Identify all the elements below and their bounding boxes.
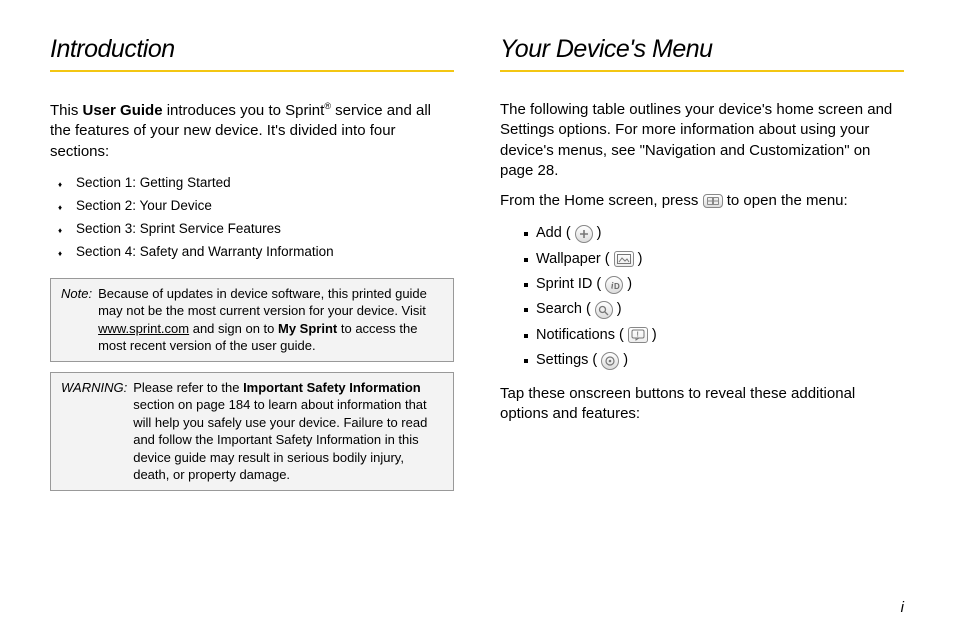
- settings-icon: [601, 352, 619, 370]
- warning-box: WARNING: Please refer to the Important S…: [50, 372, 454, 491]
- sections-list: Section 1: Getting Started Section 2: Yo…: [50, 172, 454, 264]
- menu-item-search: Search ( ): [536, 297, 904, 322]
- note-link: www.sprint.com: [98, 321, 189, 336]
- divider: [500, 70, 904, 72]
- list-item: Section 1: Getting Started: [76, 172, 454, 195]
- menu-item-wallpaper: Wallpaper ( ): [536, 247, 904, 272]
- search-icon: [595, 301, 613, 319]
- menu-item-notifications: Notifications ( ! ): [536, 323, 904, 348]
- intro-paragraph: This User Guide introduces you to Sprint…: [50, 100, 454, 162]
- menu-items-list: Add ( ) Wallpaper ( ) Sprint ID ( iD ) S…: [500, 221, 904, 373]
- svg-text:D: D: [614, 282, 620, 291]
- warning-label: WARNING:: [61, 379, 127, 484]
- warning-body: Please refer to the Important Safety Inf…: [133, 379, 443, 484]
- menu-intro: The following table outlines your device…: [500, 100, 904, 181]
- list-item: Section 4: Safety and Warranty Informati…: [76, 241, 454, 264]
- note-body: Because of updates in device software, t…: [98, 285, 443, 355]
- left-column: Introduction This User Guide introduces …: [50, 35, 454, 501]
- svg-text:!: !: [636, 332, 638, 339]
- from-home: From the Home screen, press to open the …: [500, 191, 904, 211]
- plus-icon: [575, 225, 593, 243]
- menu-item-add: Add ( ): [536, 221, 904, 246]
- list-item: Section 3: Sprint Service Features: [76, 218, 454, 241]
- tap-paragraph: Tap these onscreen buttons to reveal the…: [500, 384, 904, 425]
- page-number: i: [901, 599, 904, 616]
- right-column: Your Device's Menu The following table o…: [500, 35, 904, 501]
- note-label: Note:: [61, 285, 92, 355]
- heading-introduction: Introduction: [50, 35, 454, 64]
- note-box: Note: Because of updates in device softw…: [50, 278, 454, 362]
- list-item: Section 2: Your Device: [76, 195, 454, 218]
- menu-item-settings: Settings ( ): [536, 348, 904, 373]
- heading-device-menu: Your Device's Menu: [500, 35, 904, 64]
- picture-icon: [614, 251, 634, 267]
- notification-icon: !: [628, 327, 648, 343]
- divider: [50, 70, 454, 72]
- menu-button-icon: [703, 194, 723, 208]
- id-icon: iD: [605, 276, 623, 294]
- menu-item-sprint-id: Sprint ID ( iD ): [536, 272, 904, 297]
